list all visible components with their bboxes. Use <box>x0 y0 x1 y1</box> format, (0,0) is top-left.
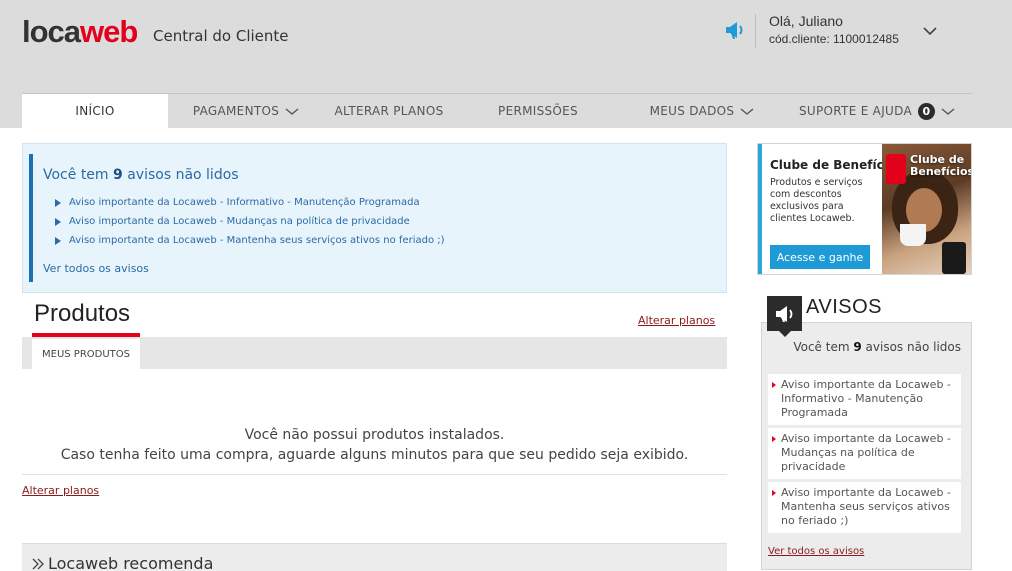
tab-meus-produtos[interactable]: MEUS PRODUTOS <box>32 339 140 369</box>
divider <box>22 474 727 475</box>
empty-products-message: Você não possui produtos instalados. Cas… <box>60 427 689 463</box>
alter-plans-link-bottom[interactable]: Alterar planos <box>22 484 99 497</box>
nav-item-permissoes[interactable]: PERMISSÕES <box>454 94 622 128</box>
notice-list: Aviso importante da Locaweb - Informativ… <box>55 193 445 250</box>
avisos-badge <box>767 296 802 331</box>
benefits-club-banner[interactable]: Clube de Benefícios Produtos e serviços … <box>757 143 972 275</box>
avisos-badge-pointer <box>779 331 791 337</box>
chevron-down-icon <box>740 107 754 115</box>
tab-pointer <box>76 369 88 375</box>
nav-item-pagamentos[interactable]: PAGAMENTOS <box>168 94 324 128</box>
notice-item[interactable]: Aviso importante da Locaweb - Informativ… <box>55 193 445 212</box>
alter-plans-link[interactable]: Alterar planos <box>638 314 715 327</box>
aviso-card[interactable]: Aviso importante da Locaweb - Mantenha s… <box>768 482 961 533</box>
triangle-right-icon <box>55 236 61 245</box>
double-chevron-right-icon <box>32 558 44 570</box>
products-heading: Produtos <box>34 300 131 327</box>
see-all-avisos-link[interactable]: Ver todos os avisos <box>768 546 864 557</box>
chevron-down-icon[interactable] <box>922 25 938 37</box>
chevron-down-icon <box>941 107 955 115</box>
triangle-right-icon <box>55 198 61 207</box>
avisos-count: Você tem 9 avisos não lidos <box>793 340 961 354</box>
see-all-notices-link[interactable]: Ver todos os avisos <box>43 262 149 275</box>
nav-item-suporte-e-ajuda[interactable]: SUPORTE E AJUDA 0 <box>782 94 972 128</box>
arrow-right-icon <box>772 382 776 388</box>
chevron-down-icon <box>285 107 299 115</box>
banner-description: Produtos e serviços com descontos exclus… <box>770 177 863 224</box>
coffee-cup-icon <box>900 224 926 246</box>
header-divider <box>755 14 756 48</box>
nav-item-meus-dados[interactable]: MEUS DADOS <box>622 94 782 128</box>
notices-accent-bar <box>29 154 33 282</box>
notice-item[interactable]: Aviso importante da Locaweb - Mudanças n… <box>55 212 445 231</box>
megaphone-icon[interactable] <box>723 18 747 42</box>
gift-tag-icon <box>886 154 906 184</box>
page-subtitle: Central do Cliente <box>153 27 289 45</box>
main-nav: INÍCIO PAGAMENTOS ALTERAR PLANOS PERMISS… <box>22 93 972 128</box>
user-greeting[interactable]: Olá, Juliano <box>769 13 843 29</box>
arrow-right-icon <box>772 436 776 442</box>
recommend-title: Locaweb recomenda <box>48 554 214 571</box>
aviso-card[interactable]: Aviso importante da Locaweb - Mudanças n… <box>768 428 961 479</box>
banner-tag-label: Clube de Benefícios <box>910 153 972 178</box>
avisos-title: AVISOS <box>806 296 882 318</box>
unread-notices-panel: Você tem 9 avisos não lidos Aviso import… <box>22 143 727 293</box>
arrow-right-icon <box>772 490 776 496</box>
support-count-badge: 0 <box>917 102 935 120</box>
recommend-section: Locaweb recomenda <box>22 543 727 571</box>
notice-item[interactable]: Aviso importante da Locaweb - Mantenha s… <box>55 231 445 250</box>
banner-cta-button[interactable]: Acesse e ganhe <box>770 245 870 269</box>
banner-accent-bar <box>758 144 762 274</box>
phone-icon <box>942 242 966 274</box>
aviso-card[interactable]: Aviso importante da Locaweb - Informativ… <box>768 374 961 425</box>
nav-item-alterar-planos[interactable]: ALTERAR PLANOS <box>324 94 454 128</box>
megaphone-icon <box>775 305 792 322</box>
customer-code: cód.cliente: 1100012485 <box>769 32 899 46</box>
products-tabbar: MEUS PRODUTOS <box>22 337 727 369</box>
notices-title: Você tem 9 avisos não lidos <box>43 167 239 183</box>
nav-item-inicio[interactable]: INÍCIO <box>22 94 168 128</box>
banner-photo: Clube de Benefícios <box>882 144 972 274</box>
locaweb-logo[interactable]: locaweb <box>22 14 138 50</box>
triangle-right-icon <box>55 217 61 226</box>
